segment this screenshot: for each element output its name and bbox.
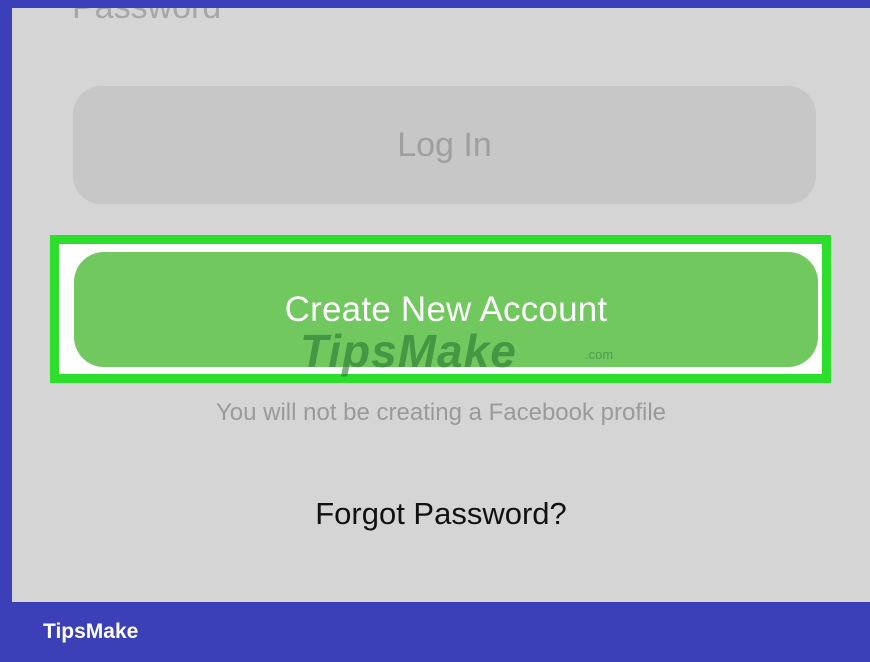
forgot-password-link[interactable]: Forgot Password?	[12, 496, 870, 532]
login-button-label: Log In	[397, 125, 492, 164]
screenshot-frame: Password Log In Create New Account TipsM…	[0, 0, 870, 662]
profile-info-text: You will not be creating a Facebook prof…	[215, 399, 667, 426]
login-button[interactable]: Log In	[73, 86, 816, 204]
login-screen: Password Log In Create New Account TipsM…	[12, 8, 870, 602]
brand-label: TipsMake	[43, 620, 139, 643]
password-field-label: Password	[72, 8, 221, 27]
watermark-logo: TipsMake	[300, 325, 517, 377]
watermark-suffix: .com	[585, 347, 614, 362]
